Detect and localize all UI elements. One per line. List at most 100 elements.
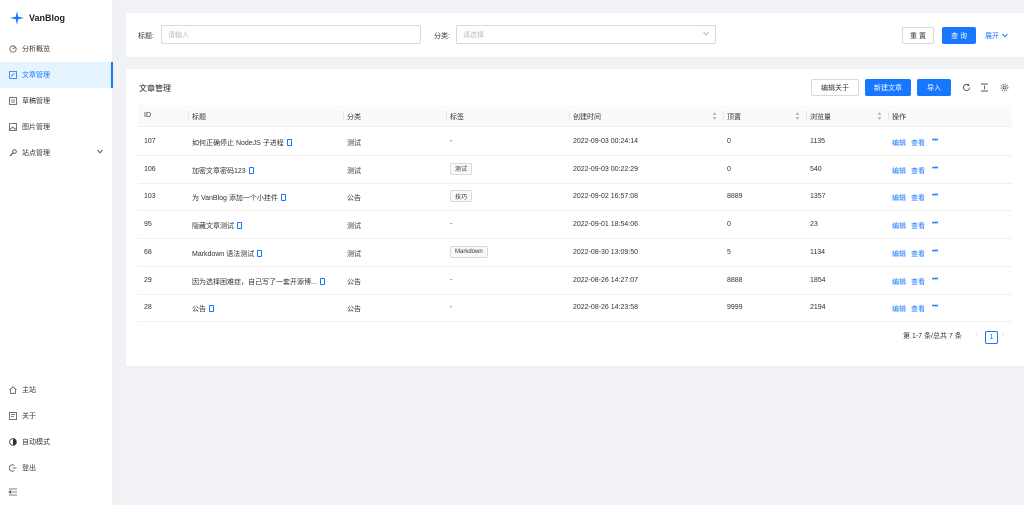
copy-icon[interactable] <box>319 277 325 285</box>
import-button[interactable]: 导入 <box>917 79 951 96</box>
sidebar-item-label: 自动模式 <box>22 439 50 446</box>
view-link[interactable]: 查看 <box>911 138 925 148</box>
more-actions-icon[interactable]: ••• <box>932 220 938 227</box>
category-select[interactable]: 请选择 <box>456 25 716 44</box>
column-header-tags: 标签 <box>450 114 464 121</box>
sidebar-item-site-management[interactable]: 站点管理 <box>0 140 113 166</box>
sidebar-item-images[interactable]: 图片管理 <box>0 114 113 140</box>
title-filter-label: 标题: <box>138 33 154 40</box>
edit-link[interactable]: 编辑 <box>892 166 906 176</box>
edit-link[interactable]: 编辑 <box>892 193 906 203</box>
category-filter-label: 分类: <box>434 33 450 40</box>
chevron-down-icon <box>1002 33 1008 40</box>
sort-icon[interactable] <box>795 111 800 121</box>
copy-icon[interactable] <box>209 305 214 313</box>
more-actions-icon[interactable]: ••• <box>932 248 938 255</box>
sidebar-item-drafts[interactable]: 草稿管理 <box>0 88 113 114</box>
query-button[interactable]: 查 询 <box>942 27 976 44</box>
cell-title: 隐藏文章测试 <box>192 221 242 231</box>
copy-icon[interactable] <box>248 166 254 174</box>
column-header-top[interactable]: 顶置 <box>727 112 741 122</box>
cell-id: 106 <box>144 165 156 173</box>
article-title: 如何正确停止 NodeJS 子进程 <box>192 140 284 147</box>
sidebar-item-about[interactable]: 关于 <box>0 403 113 429</box>
sidebar-item-home[interactable]: 主站 <box>0 377 113 403</box>
settings-gear-icon[interactable] <box>999 82 1009 92</box>
image-icon <box>8 123 17 132</box>
table-row: 106 加密文章密码123 测试 测试 2022-09-03 00:22:29 0 540 编… <box>138 156 1012 184</box>
expand-link[interactable]: 展开 <box>985 31 1008 41</box>
cell-title: Markdown 语法测试 <box>192 249 263 259</box>
cell-top: 0 <box>727 165 731 173</box>
article-title: 隐藏文章测试 <box>192 223 234 231</box>
column-header-actions: 操作 <box>892 114 906 121</box>
cell-created-time: 2022-08-26 14:27:07 <box>573 276 638 284</box>
edit-link[interactable]: 编辑 <box>892 277 906 287</box>
menu-collapse-icon[interactable] <box>8 487 18 497</box>
more-actions-icon[interactable]: ••• <box>932 165 938 172</box>
next-page-icon[interactable]: › <box>1002 331 1004 338</box>
edit-link[interactable]: 编辑 <box>892 138 906 148</box>
edit-link[interactable]: 编辑 <box>892 249 906 259</box>
wrench-icon <box>8 149 17 158</box>
copy-icon[interactable] <box>257 249 263 257</box>
view-link[interactable]: 查看 <box>911 304 925 314</box>
density-icon[interactable] <box>979 82 989 92</box>
more-actions-icon[interactable]: ••• <box>932 192 938 199</box>
reset-button-label: 重 置 <box>910 32 926 40</box>
more-actions-icon[interactable]: ••• <box>932 303 938 310</box>
copy-icon[interactable] <box>286 139 292 146</box>
chevron-down-icon <box>97 149 103 156</box>
page-number-label: 1 <box>989 334 994 341</box>
table-row: 95 隐藏文章测试 测试 - 2022-09-01 18:54:06 0 23 编辑 查看 ••• <box>138 211 1012 240</box>
expand-link-label: 展开 <box>985 33 999 40</box>
panel-title: 文章管理 <box>139 84 171 93</box>
view-link[interactable]: 查看 <box>911 277 925 287</box>
more-actions-icon[interactable]: ••• <box>932 137 938 144</box>
sidebar-item-theme-mode[interactable]: 自动模式 <box>0 429 113 455</box>
more-actions-icon[interactable]: ••• <box>932 276 938 283</box>
cell-id: 95 <box>144 221 152 229</box>
sort-icon[interactable] <box>877 111 882 121</box>
view-link[interactable]: 查看 <box>911 221 925 231</box>
copy-icon[interactable] <box>237 222 242 230</box>
cell-top: 8889 <box>727 193 743 201</box>
cell-title: 公告 <box>192 304 214 314</box>
reset-button[interactable]: 重 置 <box>902 27 934 44</box>
pagination-summary: 第 1-7 条/总共 7 条 <box>903 333 962 340</box>
logo[interactable]: VanBlog <box>10 10 65 26</box>
column-header-title: 标题 <box>192 114 206 121</box>
edit-link[interactable]: 编辑 <box>892 304 906 314</box>
cell-views: 2194 <box>810 304 826 312</box>
prev-page-icon[interactable]: ‹ <box>975 331 977 338</box>
sort-icon[interactable] <box>712 111 717 121</box>
cell-views: 1854 <box>810 276 826 284</box>
edit-about-button[interactable]: 编辑关于 <box>811 79 859 96</box>
edit-link[interactable]: 编辑 <box>892 221 906 231</box>
column-header-created-time[interactable]: 创建时间 <box>573 112 601 122</box>
cell-tag-empty: - <box>450 221 453 229</box>
reload-icon[interactable] <box>961 82 971 92</box>
cell-created-time: 2022-09-03 00:24:14 <box>573 138 638 145</box>
column-divider <box>806 111 807 121</box>
sidebar-item-logout[interactable]: 登出 <box>0 455 113 481</box>
vanblog-logo-icon <box>10 11 24 25</box>
category-select-placeholder: 请选择 <box>463 31 484 39</box>
article-title: 为 VanBlog 添加一个小挂件 <box>192 195 278 203</box>
view-link[interactable]: 查看 <box>911 193 925 203</box>
view-link[interactable]: 查看 <box>911 166 925 176</box>
search-panel: 标题: 请输入 分类: 请选择 重 置 查 询 展开 <box>126 13 1024 57</box>
cell-category: 测试 <box>347 167 361 175</box>
copy-icon[interactable] <box>280 194 286 202</box>
article-title: Markdown 语法测试 <box>192 250 255 258</box>
new-article-button[interactable]: 新建文章 <box>865 79 911 96</box>
title-search-input[interactable]: 请输入 <box>161 25 421 44</box>
cell-views: 1135 <box>810 138 826 145</box>
sidebar-item-articles[interactable]: 文章管理 <box>0 62 113 88</box>
sidebar-bottom-nav: 主站 关于 自动模式 登出 <box>0 377 113 481</box>
sidebar-item-overview[interactable]: 分析概览 <box>0 36 113 62</box>
column-header-views[interactable]: 浏览量 <box>810 112 831 122</box>
page-number-button[interactable]: 1 <box>985 331 998 344</box>
view-link[interactable]: 查看 <box>911 249 925 259</box>
sidebar-item-label: 关于 <box>22 413 36 420</box>
